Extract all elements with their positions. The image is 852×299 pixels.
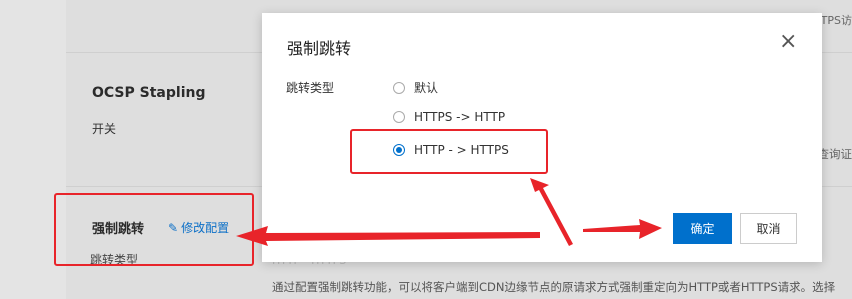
annotation-arrows <box>236 178 662 246</box>
annotation-arrow-left <box>236 226 540 246</box>
annotation-arrow-right <box>583 219 662 239</box>
